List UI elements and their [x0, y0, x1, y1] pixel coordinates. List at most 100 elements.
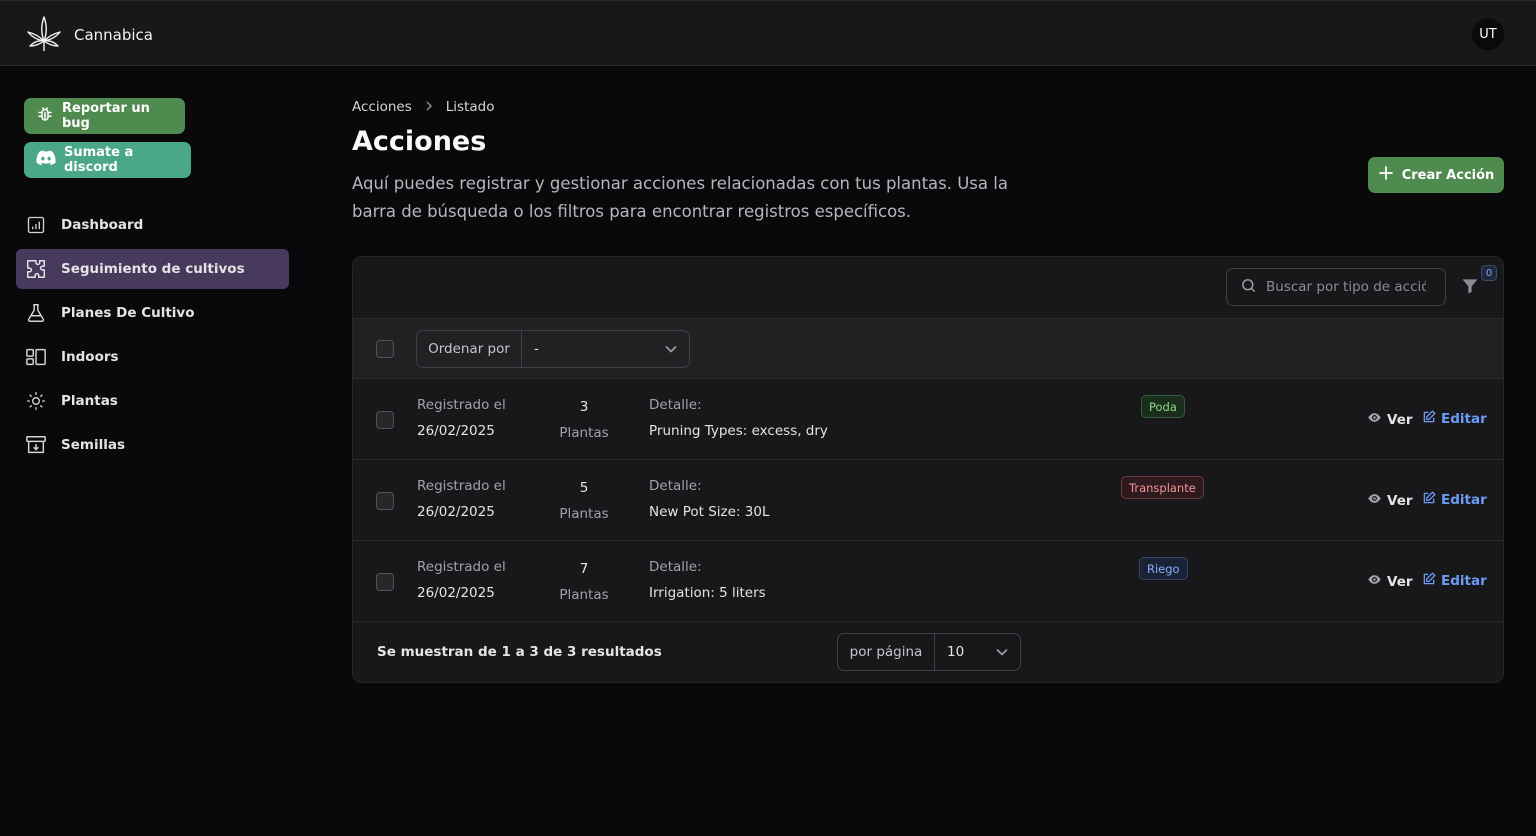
sidebar-item-label: Indoors	[61, 349, 119, 365]
sidebar: Reportar un bug Sumate a discord Dashboa…	[0, 66, 305, 836]
page-title: Acciones	[352, 126, 487, 157]
per-page-value: 10	[947, 644, 965, 660]
eye-icon	[1367, 491, 1382, 510]
view-label: Ver	[1387, 492, 1413, 509]
create-action-label: Crear Acción	[1401, 167, 1495, 183]
edit-label: Editar	[1441, 411, 1487, 427]
select-all-checkbox[interactable]	[376, 340, 394, 358]
per-page-control[interactable]: por página 10	[837, 633, 1021, 671]
sidebar-item-label: Seguimiento de cultivos	[61, 261, 245, 277]
chevron-right-icon	[424, 100, 434, 115]
per-page-label: por página	[838, 634, 935, 670]
row-checkbox[interactable]	[376, 573, 394, 591]
plus-icon	[1378, 165, 1394, 185]
actions-table: 0 Ordenar por - Registrado el 26/02/2025…	[352, 256, 1504, 683]
puzzle-icon	[25, 258, 47, 280]
sidebar-item-label: Semillas	[61, 437, 125, 453]
discord-icon	[36, 150, 56, 170]
plant-count-label: Plantas	[559, 506, 609, 522]
funnel-icon	[1460, 279, 1480, 300]
search-input[interactable]	[1266, 279, 1426, 295]
cannabis-leaf-icon	[24, 13, 64, 57]
chevron-down-icon	[996, 644, 1008, 660]
bug-icon	[36, 105, 54, 127]
sidebar-item-seguimiento[interactable]: Seguimiento de cultivos	[16, 249, 289, 289]
sort-bar: Ordenar por -	[353, 318, 1503, 379]
avatar[interactable]: UT	[1472, 18, 1504, 50]
edit-label: Editar	[1441, 573, 1487, 589]
edit-icon	[1422, 410, 1436, 428]
registered-date: 26/02/2025	[417, 504, 495, 520]
registered-label: Registrado el	[417, 478, 506, 494]
table-row: Registrado el 26/02/2025 3 Plantas Detal…	[353, 379, 1503, 460]
plant-count: 7	[579, 561, 589, 577]
sidebar-item-plantas[interactable]: Plantas	[16, 381, 289, 421]
chart-icon	[25, 214, 47, 236]
registered-date: 26/02/2025	[417, 423, 495, 439]
registered-date: 26/02/2025	[417, 585, 495, 601]
view-label: Ver	[1387, 411, 1413, 428]
breadcrumb-acciones[interactable]: Acciones	[352, 99, 412, 115]
row-checkbox[interactable]	[376, 492, 394, 510]
edit-button[interactable]: Editar	[1422, 410, 1487, 428]
results-summary: Se muestran de 1 a 3 de 3 resultados	[377, 644, 662, 660]
view-button[interactable]: Ver	[1367, 410, 1413, 429]
sort-select[interactable]: -	[522, 331, 689, 367]
create-action-button[interactable]: Crear Acción	[1368, 157, 1504, 193]
top-bar: Cannabica UT	[0, 0, 1536, 66]
sidebar-item-dashboard[interactable]: Dashboard	[16, 205, 289, 245]
edit-icon	[1422, 572, 1436, 590]
sort-control[interactable]: Ordenar por -	[416, 330, 690, 368]
sidebar-item-indoors[interactable]: Indoors	[16, 337, 289, 377]
sort-value: -	[534, 341, 539, 357]
registered-label: Registrado el	[417, 559, 506, 575]
plant-count-label: Plantas	[559, 425, 609, 441]
sort-label: Ordenar por	[417, 331, 522, 367]
discord-label: Sumate a discord	[64, 145, 134, 175]
row-checkbox[interactable]	[376, 411, 394, 429]
eye-icon	[1367, 572, 1382, 591]
view-button[interactable]: Ver	[1367, 572, 1413, 591]
detail-label: Detalle:	[649, 559, 702, 575]
filter-button[interactable]	[1460, 276, 1482, 298]
chevron-down-icon	[665, 341, 677, 357]
action-type-badge: Poda	[1141, 395, 1185, 418]
brand[interactable]: Cannabica	[24, 13, 153, 57]
archive-icon	[25, 434, 47, 456]
app-name: Cannabica	[74, 26, 153, 44]
action-type-badge: Riego	[1139, 557, 1188, 580]
filter-count-badge: 0	[1481, 265, 1497, 281]
report-bug-label: Reportar un bug	[62, 101, 150, 131]
plant-count-label: Plantas	[559, 587, 609, 603]
page-description: Aquí puedes registrar y gestionar accion…	[352, 174, 1008, 221]
sidebar-item-label: Dashboard	[61, 217, 144, 233]
edit-button[interactable]: Editar	[1422, 491, 1487, 509]
registered-label: Registrado el	[417, 397, 506, 413]
breadcrumb: Acciones Listado	[352, 99, 494, 115]
per-page-select[interactable]: 10	[935, 634, 1020, 670]
edit-label: Editar	[1441, 492, 1487, 508]
view-button[interactable]: Ver	[1367, 491, 1413, 510]
detail-label: Detalle:	[649, 397, 702, 413]
table-row: Registrado el 26/02/2025 7 Plantas Detal…	[353, 541, 1503, 622]
sidebar-item-label: Plantas	[61, 393, 118, 409]
table-row: Registrado el 26/02/2025 5 Plantas Detal…	[353, 460, 1503, 541]
detail-label: Detalle:	[649, 478, 702, 494]
detail-value: New Pot Size: 30L	[649, 504, 770, 520]
plant-count: 3	[579, 399, 589, 415]
sidebar-item-label: Planes De Cultivo	[61, 305, 195, 321]
detail-value: Pruning Types: excess, dry	[649, 423, 828, 439]
search-field[interactable]	[1226, 268, 1446, 306]
breadcrumb-listado: Listado	[445, 99, 495, 115]
plant-count: 5	[579, 480, 589, 496]
view-label: Ver	[1387, 573, 1413, 590]
search-icon	[1240, 277, 1257, 298]
sidebar-item-semillas[interactable]: Semillas	[16, 425, 289, 465]
sidebar-item-planes[interactable]: Planes De Cultivo	[16, 293, 289, 333]
discord-button[interactable]: Sumate a discord	[24, 142, 191, 178]
edit-button[interactable]: Editar	[1422, 572, 1487, 590]
report-bug-button[interactable]: Reportar un bug	[24, 98, 185, 134]
sun-icon	[25, 390, 47, 412]
edit-icon	[1422, 491, 1436, 509]
layout-icon	[25, 346, 47, 368]
